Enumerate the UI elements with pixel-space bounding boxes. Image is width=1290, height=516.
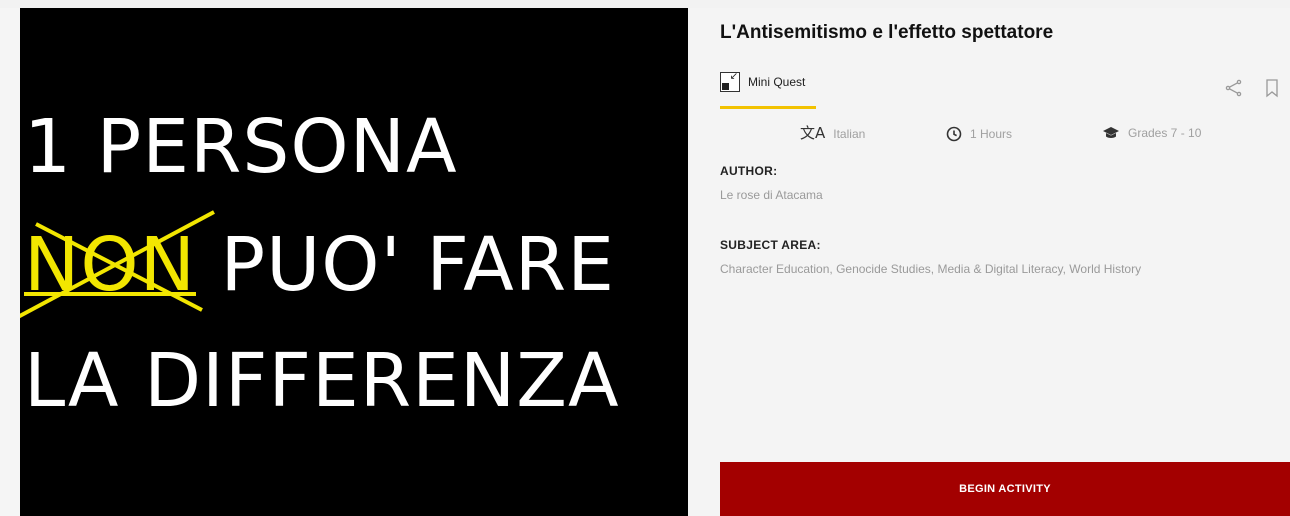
struck-word: NON bbox=[20, 210, 215, 319]
activity-type-label: Mini Quest bbox=[748, 75, 806, 89]
language-value: Italian bbox=[833, 126, 866, 141]
top-divider bbox=[0, 0, 1290, 8]
grades-info: Grades 7 - 10 bbox=[1102, 126, 1201, 140]
subject-area-label: SUBJECT AREA: bbox=[720, 238, 821, 252]
page: 1 PERSONA NON PUO' FARE LA DIFFERENZA L'… bbox=[0, 0, 1290, 516]
grades-value: Grades 7 - 10 bbox=[1128, 126, 1202, 140]
strike-through-mark bbox=[20, 210, 215, 319]
activity-meta: 文A Italian 1 Hours Grades 7 - 10 bbox=[688, 126, 1290, 148]
begin-activity-button[interactable]: BEGIN ACTIVITY bbox=[720, 462, 1290, 516]
hero-line-2-rest: PUO' FARE bbox=[195, 222, 615, 308]
subject-area-value: Character Education, Genocide Studies, M… bbox=[720, 262, 1142, 276]
translate-icon: 文A bbox=[800, 124, 826, 142]
activity-type-underline bbox=[720, 106, 816, 109]
mini-quest-icon: ↙ bbox=[720, 72, 740, 92]
duration-value: 1 Hours bbox=[970, 127, 1013, 141]
hero-line-1: 1 PERSONA bbox=[24, 104, 458, 190]
author-value[interactable]: Le rose di Atacama bbox=[720, 188, 823, 202]
hero-line-3: LA DIFFERENZA bbox=[24, 338, 620, 424]
activity-panel: L'Antisemitismo e l'effetto spettatore ↙… bbox=[688, 8, 1290, 516]
share-icon[interactable] bbox=[1224, 78, 1244, 98]
left-gutter bbox=[0, 8, 20, 516]
graduation-cap-icon bbox=[1103, 127, 1119, 138]
hero-line-2: NON PUO' FARE bbox=[20, 210, 615, 319]
activity-title: L'Antisemitismo e l'effetto spettatore bbox=[720, 22, 1054, 43]
bookmark-icon[interactable] bbox=[1264, 78, 1280, 98]
hero-image: 1 PERSONA NON PUO' FARE LA DIFFERENZA bbox=[20, 8, 688, 516]
activity-type: ↙ Mini Quest bbox=[720, 68, 805, 96]
duration-info: 1 Hours bbox=[946, 126, 1012, 142]
language-info: 文A Italian bbox=[800, 126, 865, 141]
author-label: AUTHOR: bbox=[720, 164, 778, 178]
clock-icon bbox=[946, 126, 962, 142]
